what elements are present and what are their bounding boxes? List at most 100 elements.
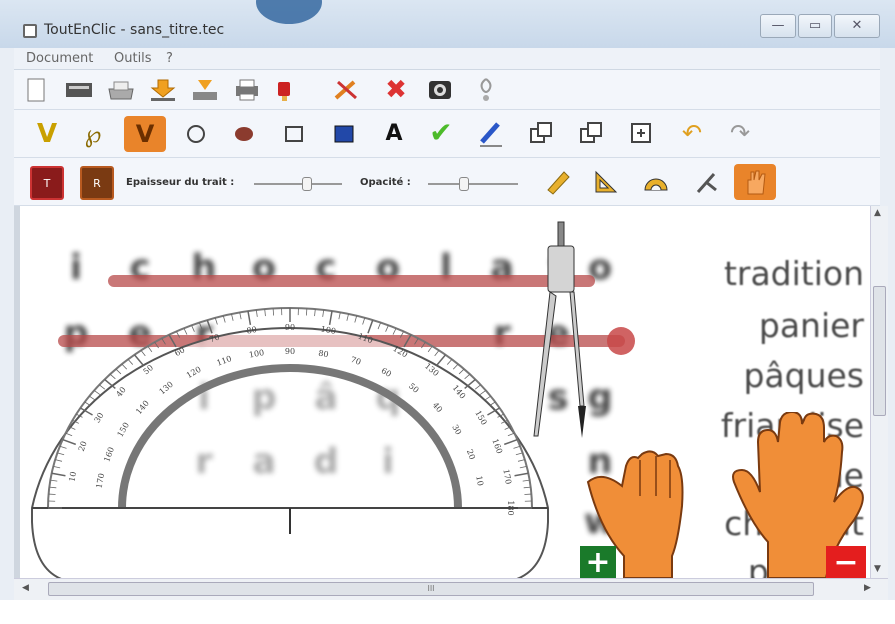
protractor-tick [183, 328, 188, 335]
protractor-tick [247, 310, 252, 325]
hand-tool-active[interactable] [734, 164, 776, 200]
camera-icon[interactable] [426, 78, 454, 102]
save-icon[interactable] [190, 78, 220, 102]
protractor-tick [198, 322, 203, 330]
protractor-degree-label: 10 [474, 475, 485, 487]
zoom-in-button[interactable]: + [580, 545, 616, 578]
circle-filled-icon[interactable] [232, 122, 256, 146]
scroll-down-arrow-icon[interactable]: ▼ [874, 564, 881, 574]
scroll-left-arrow-icon[interactable]: ◀ [22, 583, 29, 593]
paint-bucket-icon[interactable] [272, 78, 298, 102]
rectangle-outline-icon[interactable] [282, 122, 306, 146]
protractor-tick [452, 363, 459, 370]
protractor-tick [435, 354, 447, 366]
protractor-tick [161, 338, 166, 345]
horizontal-scrollbar[interactable]: ◀ III ▶ [14, 578, 888, 600]
protractor-degree-label: 180 [506, 500, 515, 515]
protractor-tick [367, 319, 374, 334]
app-mascot-blob [256, 0, 322, 24]
microphone-icon[interactable] [474, 76, 498, 104]
protractor-tick [140, 350, 146, 357]
protractor-tick [115, 368, 122, 375]
ruler-icon[interactable] [544, 168, 572, 196]
drawing-canvas[interactable]: i c h o c o l a t o p e r r e i p â q s … [14, 206, 870, 578]
compass-tool[interactable] [526, 216, 596, 446]
text-tool-icon[interactable]: A [380, 120, 408, 148]
thickness-label: Epaisseur du trait : [126, 177, 235, 188]
menu-help[interactable]: ? [166, 51, 173, 66]
undo-icon[interactable]: ↶ [678, 120, 706, 146]
opacity-slider[interactable] [428, 183, 518, 185]
freehand-icon[interactable]: ℘ [80, 120, 106, 148]
redo-icon[interactable]: ↷ [726, 120, 754, 146]
compass-handle [557, 221, 565, 247]
close-button[interactable]: ✕ [834, 14, 880, 38]
round-stroke-button[interactable]: R [80, 166, 114, 200]
protractor-tick [414, 338, 419, 345]
opacity-slider-knob[interactable] [459, 177, 469, 191]
pencil-tool-active[interactable]: V [124, 116, 166, 152]
vertical-scrollbar[interactable]: ▲ ▼ [870, 206, 888, 578]
app-icon [23, 24, 37, 38]
protractor-tick [434, 350, 440, 357]
tools-icon[interactable] [332, 78, 362, 102]
protractor-tick [474, 384, 481, 390]
print-icon[interactable] [232, 78, 262, 102]
thickness-slider[interactable] [254, 183, 342, 185]
protractor-degree-label: 90 [285, 347, 295, 356]
menu-document[interactable]: Document [26, 51, 93, 66]
protractor-degree-label: 90 [285, 323, 295, 332]
set-square-icon[interactable] [592, 168, 620, 196]
duplicate-icon[interactable] [578, 120, 604, 146]
protractor-tick [154, 341, 159, 349]
protractor-tick [93, 390, 101, 395]
validate-check-icon[interactable]: ✔ [424, 118, 458, 148]
protractor-tick [99, 384, 106, 390]
download-icon[interactable] [148, 78, 178, 102]
protractor-tick [206, 319, 213, 334]
protractor-tick [362, 317, 366, 325]
protractor-tick [89, 395, 96, 401]
horizontal-scroll-thumb[interactable]: III [48, 582, 814, 596]
copy-icon[interactable] [528, 120, 554, 146]
protractor-tick [446, 359, 453, 365]
protractor-tick [191, 325, 195, 332]
delete-icon[interactable]: ✖ [382, 77, 410, 103]
vertical-scroll-thumb[interactable] [873, 286, 886, 416]
thickness-slider-knob[interactable] [301, 177, 312, 191]
protractor-tick [458, 368, 465, 375]
protractor-tick [346, 313, 349, 321]
protractor[interactable]: 1020304050607080 90 1001101201301401501601… [24, 290, 564, 578]
protractor-tick [377, 322, 382, 330]
scanner-icon[interactable] [64, 78, 94, 102]
eraser-pen-icon[interactable] [476, 118, 506, 148]
compass-icon[interactable] [692, 168, 720, 196]
protractor-icon[interactable] [642, 168, 670, 196]
zoom-out-button[interactable]: − [826, 545, 866, 578]
scroll-right-arrow-icon[interactable]: ▶ [864, 583, 871, 593]
protractor-tick [121, 363, 128, 370]
circle-outline-icon[interactable] [184, 122, 208, 146]
protractor-tick [109, 373, 116, 380]
protractor-degree-label: 10 [68, 471, 79, 483]
check-pencil-icon[interactable]: V [34, 120, 60, 148]
menu-outils[interactable]: Outils [114, 51, 152, 66]
new-document-icon[interactable] [24, 78, 48, 102]
protractor-tick [328, 310, 333, 325]
protractor-tick [231, 313, 234, 321]
protractor-tick [176, 331, 181, 338]
rectangle-filled-icon[interactable] [332, 122, 356, 146]
protractor-tick [479, 390, 487, 395]
thick-stroke-button[interactable]: T [30, 166, 64, 200]
protractor-tick [214, 317, 218, 325]
open-tray-icon[interactable] [106, 78, 136, 102]
window-title: ToutEnClic - sans_titre.tec [44, 22, 225, 38]
stroke-toolbar: T R Epaisseur du trait : Opacité : [14, 158, 880, 206]
protractor-tick [385, 325, 389, 332]
scroll-up-arrow-icon[interactable]: ▲ [874, 208, 881, 218]
maximize-button[interactable]: ▭ [798, 14, 832, 38]
paste-icon[interactable] [628, 120, 654, 146]
minimize-button[interactable]: — [760, 14, 796, 38]
protractor-tick [255, 309, 258, 317]
protractor-degree-label: 80 [318, 349, 330, 360]
